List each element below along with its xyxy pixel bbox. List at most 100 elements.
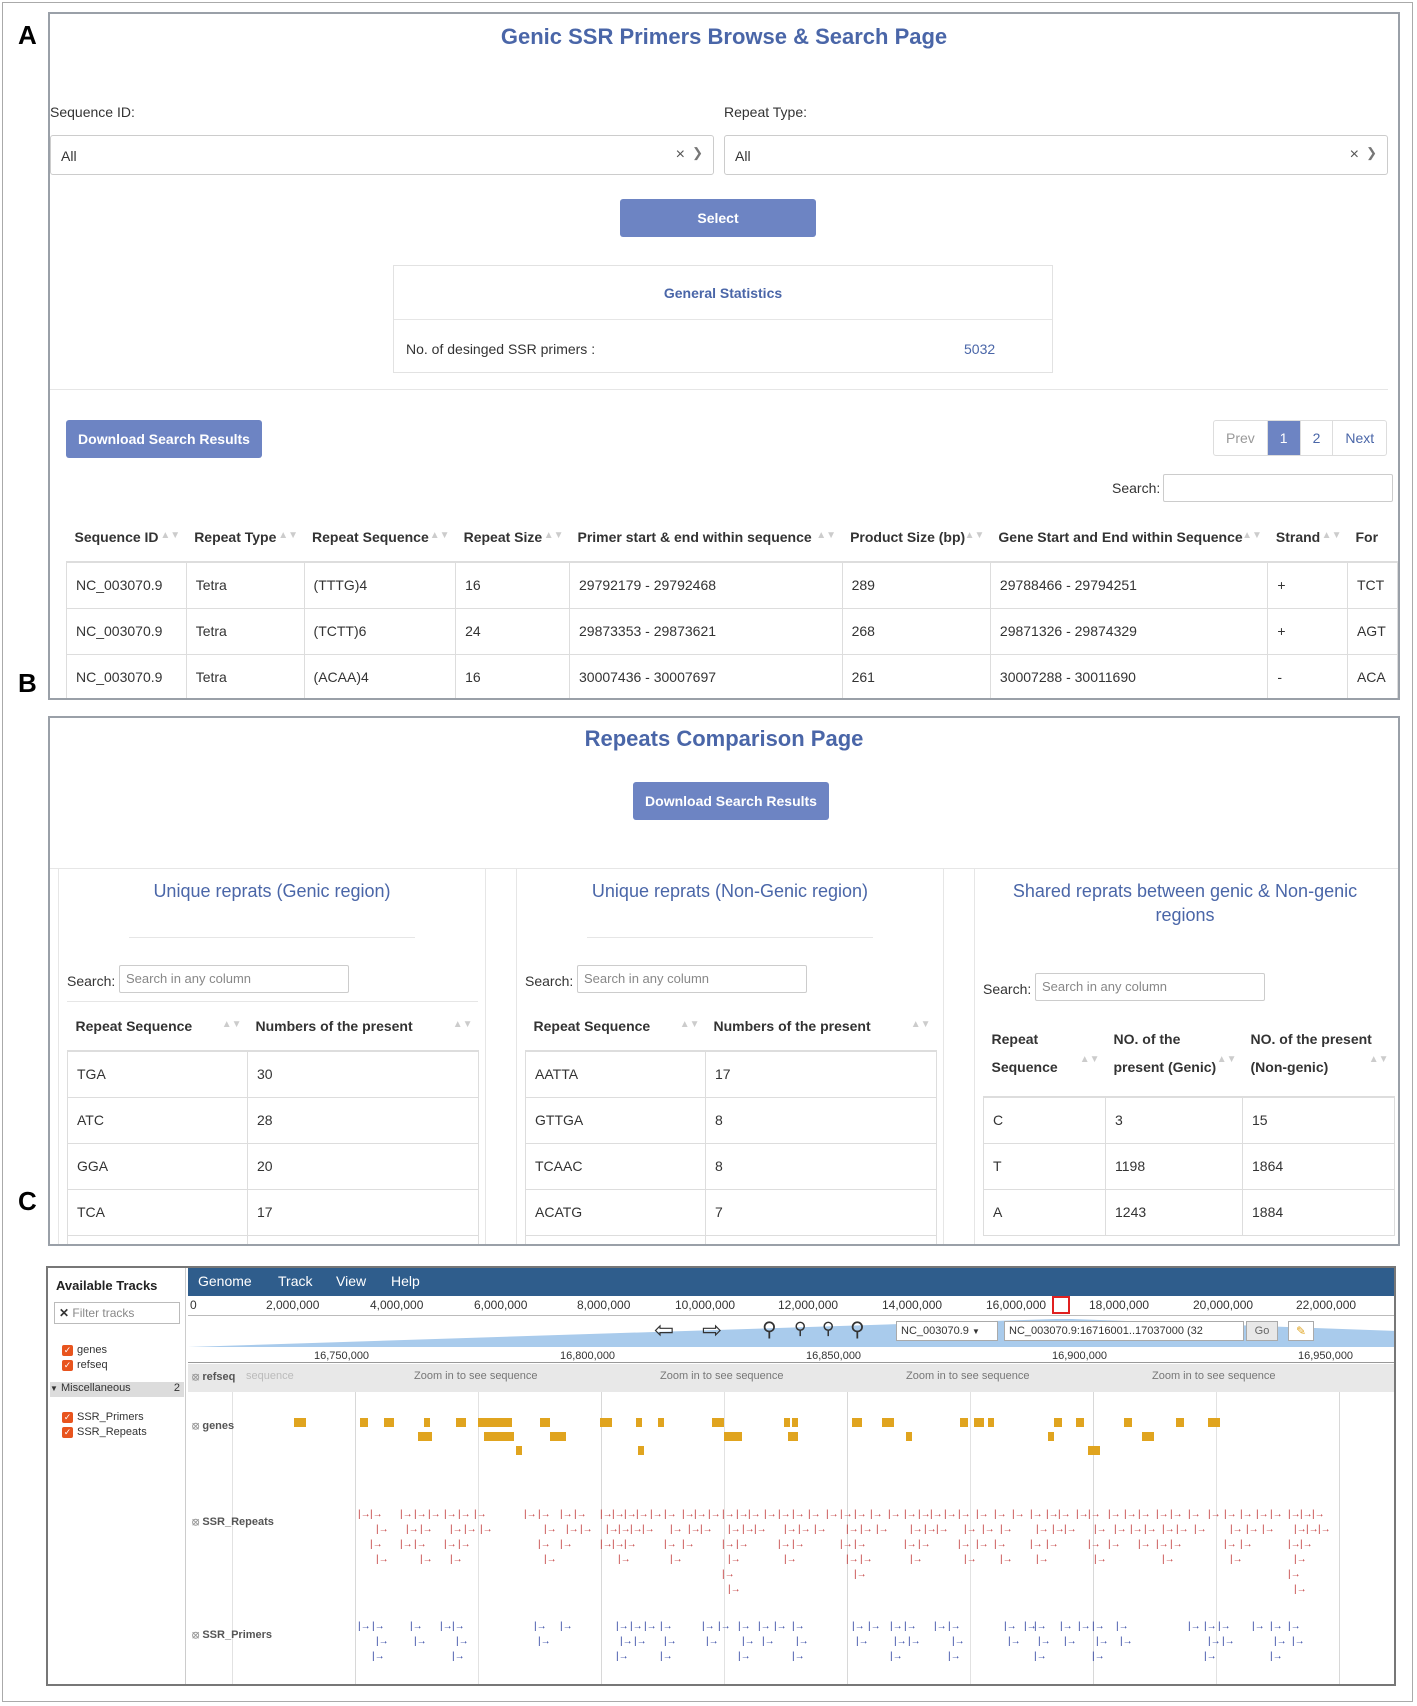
ssr-repeat-feature[interactable]: |→ bbox=[1288, 1570, 1301, 1580]
checkbox-checked-icon[interactable]: ✓ bbox=[62, 1411, 73, 1423]
ssr-repeat-feature[interactable]: |→ bbox=[400, 1540, 413, 1550]
ssr-repeat-feature[interactable]: |→ bbox=[888, 1510, 901, 1520]
ssr-primer-feature[interactable]: |→ bbox=[758, 1622, 771, 1632]
ssr-primer-feature[interactable]: |→ bbox=[774, 1622, 787, 1632]
ssr-primer-feature[interactable]: |→ bbox=[1204, 1622, 1217, 1632]
ssr-primer-feature[interactable]: |→ bbox=[934, 1622, 947, 1632]
ssr-repeat-feature[interactable]: |→ bbox=[618, 1555, 631, 1565]
ssr-primer-feature[interactable]: |→ bbox=[660, 1622, 673, 1632]
page-2-button[interactable]: 2 bbox=[1299, 421, 1333, 455]
ssr-repeat-feature[interactable]: |→ bbox=[982, 1525, 995, 1535]
ssr-repeat-feature[interactable]: |→ bbox=[428, 1510, 441, 1520]
ssr-repeat-feature[interactable]: |→ bbox=[1000, 1525, 1013, 1535]
ssr-repeat-feature[interactable]: |→ bbox=[792, 1510, 805, 1520]
ssr-repeat-feature[interactable]: |→ bbox=[840, 1540, 853, 1550]
ssr-repeat-feature[interactable]: |→ bbox=[784, 1555, 797, 1565]
menu-help[interactable]: Help bbox=[391, 1273, 420, 1289]
ssr-repeat-feature[interactable]: |→ bbox=[764, 1510, 777, 1520]
ssr-repeat-feature[interactable]: |→ bbox=[976, 1540, 989, 1550]
ssr-repeat-feature[interactable]: |→ bbox=[1188, 1510, 1201, 1520]
clear-icon[interactable]: × bbox=[676, 146, 685, 164]
gene-feature[interactable] bbox=[974, 1418, 984, 1427]
ssr-primer-feature[interactable]: |→ bbox=[1252, 1622, 1265, 1632]
ssr-repeat-feature[interactable]: |→ bbox=[1240, 1540, 1253, 1550]
sequence-id-select[interactable]: All × ❯ bbox=[50, 135, 714, 175]
ssr-repeat-feature[interactable]: |→ bbox=[1114, 1525, 1127, 1535]
ssr-repeat-feature[interactable]: |→ bbox=[918, 1510, 931, 1520]
ssr-primer-feature[interactable]: |→ bbox=[890, 1652, 903, 1662]
ssr-repeat-feature[interactable]: |→ bbox=[840, 1510, 853, 1520]
clear-icon[interactable]: × bbox=[1350, 146, 1359, 164]
ssr-primer-feature[interactable]: |→ bbox=[1188, 1622, 1201, 1632]
ssr-repeat-feature[interactable]: |→ bbox=[450, 1525, 463, 1535]
ssr-primer-feature[interactable]: |→ bbox=[904, 1622, 917, 1632]
gene-feature[interactable] bbox=[1176, 1418, 1184, 1427]
ssr-repeat-feature[interactable]: |→ bbox=[958, 1510, 971, 1520]
gene-feature[interactable] bbox=[638, 1446, 644, 1455]
ssr-repeat-feature[interactable]: |→ bbox=[600, 1510, 613, 1520]
ssr-repeat-feature[interactable]: |→ bbox=[444, 1540, 457, 1550]
go-button[interactable]: Go bbox=[1246, 1321, 1278, 1341]
pan-left-icon[interactable]: ⇦ bbox=[654, 1319, 674, 1343]
gene-feature[interactable] bbox=[484, 1432, 514, 1441]
ssr-repeat-feature[interactable]: |→ bbox=[1124, 1510, 1137, 1520]
ssr-repeat-feature[interactable]: |→ bbox=[1036, 1555, 1049, 1565]
ssr-repeat-feature[interactable]: |→ bbox=[700, 1525, 713, 1535]
ssr-repeat-feature[interactable]: |→ bbox=[450, 1555, 463, 1565]
select-button[interactable]: Select bbox=[620, 199, 816, 237]
genes-track-label[interactable]: ⦻ genes bbox=[192, 1420, 234, 1433]
column-header[interactable]: Repeat Type ▲▼ bbox=[186, 512, 305, 563]
close-icon[interactable]: ⦻ bbox=[192, 1629, 199, 1641]
ssr-repeat-feature[interactable]: |→ bbox=[1156, 1510, 1169, 1520]
ssr-primer-feature[interactable]: |→ bbox=[948, 1622, 961, 1632]
ssr-repeat-feature[interactable]: |→ bbox=[860, 1525, 873, 1535]
filter-tracks-input[interactable]: ✕ Filter tracks bbox=[54, 1302, 180, 1324]
close-icon[interactable]: ⦻ bbox=[192, 1516, 199, 1528]
ssr-repeat-feature[interactable]: |→ bbox=[994, 1540, 1007, 1550]
ssr-repeat-feature[interactable]: |→ bbox=[664, 1540, 677, 1550]
ssr-primer-feature[interactable]: |→ bbox=[452, 1652, 465, 1662]
ssr-repeat-feature[interactable]: |→ bbox=[400, 1510, 413, 1520]
ssr-repeat-feature[interactable]: |→ bbox=[612, 1510, 625, 1520]
ssr-primer-feature[interactable]: |→ bbox=[644, 1622, 657, 1632]
ssr-repeat-feature[interactable]: |→ bbox=[370, 1540, 383, 1550]
column-header[interactable]: Gene Start and End within Sequence ▲▼ bbox=[990, 512, 1268, 563]
ssr-repeat-feature[interactable]: |→ bbox=[854, 1540, 867, 1550]
chevron-down-icon[interactable]: ❯ bbox=[1366, 145, 1377, 161]
ssr-repeat-feature[interactable]: |→ bbox=[1256, 1510, 1269, 1520]
pan-right-icon[interactable]: ⇨ bbox=[702, 1319, 722, 1343]
ssr-primer-feature[interactable]: |→ bbox=[1120, 1637, 1133, 1647]
ssr-repeat-feature[interactable]: |→ bbox=[944, 1510, 957, 1520]
menu-track[interactable]: Track bbox=[278, 1273, 312, 1289]
ssr-primer-feature[interactable]: |→ bbox=[706, 1637, 719, 1647]
ssr-repeat-feature[interactable]: |→ bbox=[964, 1525, 977, 1535]
column-header[interactable]: Repeat Size ▲▼ bbox=[455, 512, 570, 563]
ssr-repeat-feature[interactable]: |→ bbox=[1300, 1540, 1313, 1550]
ssr-repeat-feature[interactable]: |→ bbox=[778, 1510, 791, 1520]
ssr-repeat-feature[interactable]: |→ bbox=[722, 1510, 735, 1520]
ssr-repeat-feature[interactable]: |→ bbox=[1088, 1540, 1101, 1550]
gene-feature[interactable] bbox=[1124, 1418, 1132, 1427]
menu-view[interactable]: View bbox=[336, 1273, 366, 1289]
ssr-repeat-feature[interactable]: |→ bbox=[682, 1540, 695, 1550]
ssr-primer-feature[interactable]: |→ bbox=[856, 1637, 869, 1647]
ssr-primer-feature[interactable]: |→ bbox=[1064, 1637, 1077, 1647]
ssr-primer-feature[interactable]: |→ bbox=[634, 1637, 647, 1647]
ssr-primer-feature[interactable]: |→ bbox=[616, 1622, 629, 1632]
ssr-repeat-feature[interactable]: |→ bbox=[600, 1540, 613, 1550]
ssr-repeat-feature[interactable]: |→ bbox=[854, 1510, 867, 1520]
ssr-repeat-feature[interactable]: |→ bbox=[930, 1510, 943, 1520]
ssr-repeat-feature[interactable]: |→ bbox=[414, 1540, 427, 1550]
highlight-icon[interactable]: ✎ bbox=[1288, 1321, 1314, 1341]
column-header[interactable]: NO. of the present (Non-genic) ▲▼ bbox=[1242, 1009, 1395, 1098]
gene-feature[interactable] bbox=[792, 1418, 798, 1427]
search-input[interactable]: Search in any column bbox=[577, 965, 807, 993]
ssr-primers-track-label[interactable]: ⦻ SSR_Primers bbox=[192, 1629, 272, 1642]
ssr-repeat-feature[interactable]: |→ bbox=[480, 1525, 493, 1535]
ssr-repeat-feature[interactable]: |→ bbox=[1162, 1525, 1175, 1535]
ssr-primer-feature[interactable]: |→ bbox=[796, 1637, 809, 1647]
miscellaneous-category[interactable]: ▼ Miscellaneous 2 bbox=[50, 1382, 184, 1397]
ssr-primer-feature[interactable]: |→ bbox=[1270, 1622, 1283, 1632]
gene-feature[interactable] bbox=[516, 1446, 522, 1455]
column-header[interactable]: Primer start & end within sequence ▲▼ bbox=[569, 512, 843, 563]
